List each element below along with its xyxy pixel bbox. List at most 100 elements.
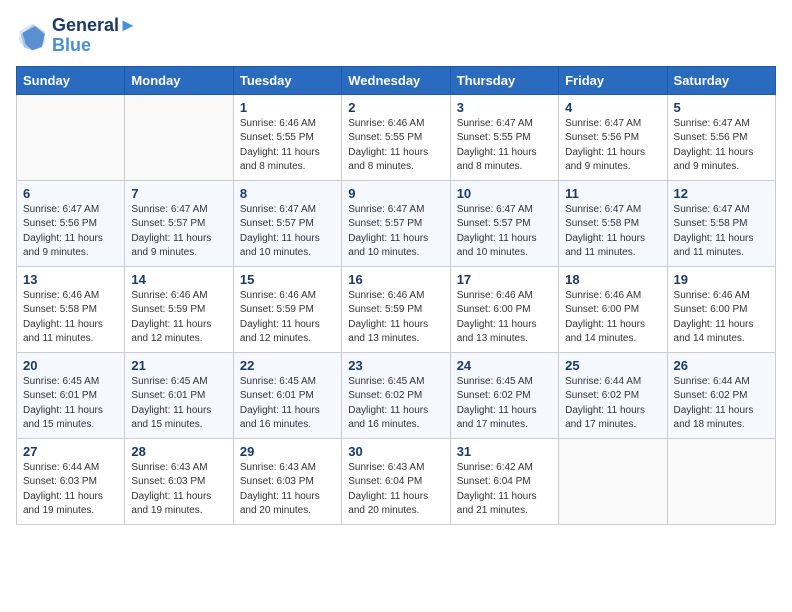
- day-number: 26: [674, 358, 769, 373]
- calendar-cell: 4 Sunrise: 6:47 AM Sunset: 5:56 PM Daylig…: [559, 94, 667, 180]
- day-number: 13: [23, 272, 118, 287]
- day-number: 5: [674, 100, 769, 115]
- weekday-header: Friday: [559, 66, 667, 94]
- calendar-week-row: 27 Sunrise: 6:44 AM Sunset: 6:03 PM Dayli…: [17, 438, 776, 524]
- day-number: 8: [240, 186, 335, 201]
- day-number: 16: [348, 272, 443, 287]
- calendar-cell: 27 Sunrise: 6:44 AM Sunset: 6:03 PM Dayli…: [17, 438, 125, 524]
- day-info: Sunrise: 6:46 AM Sunset: 5:55 PM Dayligh…: [240, 117, 335, 175]
- weekday-header: Thursday: [450, 66, 558, 94]
- day-info: Sunrise: 6:42 AM Sunset: 6:04 PM Dayligh…: [457, 461, 552, 519]
- calendar-cell: 5 Sunrise: 6:47 AM Sunset: 5:56 PM Daylig…: [667, 94, 775, 180]
- logo: General► Blue: [16, 16, 137, 56]
- calendar-cell: 21 Sunrise: 6:45 AM Sunset: 6:01 PM Dayli…: [125, 352, 233, 438]
- day-info: Sunrise: 6:46 AM Sunset: 6:00 PM Dayligh…: [674, 289, 769, 347]
- calendar-week-row: 6 Sunrise: 6:47 AM Sunset: 5:56 PM Daylig…: [17, 180, 776, 266]
- day-info: Sunrise: 6:47 AM Sunset: 5:57 PM Dayligh…: [348, 203, 443, 261]
- weekday-header: Wednesday: [342, 66, 450, 94]
- day-info: Sunrise: 6:47 AM Sunset: 5:56 PM Dayligh…: [565, 117, 660, 175]
- day-number: 12: [674, 186, 769, 201]
- day-info: Sunrise: 6:47 AM Sunset: 5:58 PM Dayligh…: [565, 203, 660, 261]
- day-info: Sunrise: 6:46 AM Sunset: 6:00 PM Dayligh…: [457, 289, 552, 347]
- day-info: Sunrise: 6:45 AM Sunset: 6:02 PM Dayligh…: [457, 375, 552, 433]
- calendar-cell: [667, 438, 775, 524]
- calendar-cell: 13 Sunrise: 6:46 AM Sunset: 5:58 PM Dayli…: [17, 266, 125, 352]
- day-number: 19: [674, 272, 769, 287]
- calendar-body: 1Sunrise: 6:46 AM Sunset: 5:55 PM Daylig…: [17, 94, 776, 524]
- calendar-cell: 22Sunrise: 6:45 AM Sunset: 6:01 PM Dayli…: [233, 352, 341, 438]
- calendar-cell: [17, 94, 125, 180]
- calendar-week-row: 20 Sunrise: 6:45 AM Sunset: 6:01 PM Dayli…: [17, 352, 776, 438]
- day-number: 29: [240, 444, 335, 459]
- calendar-cell: 31 Sunrise: 6:42 AM Sunset: 6:04 PM Dayli…: [450, 438, 558, 524]
- day-number: 17: [457, 272, 552, 287]
- day-info: Sunrise: 6:47 AM Sunset: 5:58 PM Dayligh…: [674, 203, 769, 261]
- calendar-cell: [559, 438, 667, 524]
- weekday-header: Sunday: [17, 66, 125, 94]
- weekday-header: Monday: [125, 66, 233, 94]
- day-info: Sunrise: 6:43 AM Sunset: 6:03 PM Dayligh…: [240, 461, 335, 519]
- day-number: 31: [457, 444, 552, 459]
- calendar-cell: 26 Sunrise: 6:44 AM Sunset: 6:02 PM Dayli…: [667, 352, 775, 438]
- calendar-table: SundayMondayTuesdayWednesdayThursdayFrid…: [16, 66, 776, 525]
- day-number: 24: [457, 358, 552, 373]
- calendar-header-row: SundayMondayTuesdayWednesdayThursdayFrid…: [17, 66, 776, 94]
- day-info: Sunrise: 6:46 AM Sunset: 5:55 PM Dayligh…: [348, 117, 443, 175]
- day-number: 14: [131, 272, 226, 287]
- day-info: Sunrise: 6:43 AM Sunset: 6:04 PM Dayligh…: [348, 461, 443, 519]
- day-number: 15: [240, 272, 335, 287]
- day-info: Sunrise: 6:46 AM Sunset: 5:59 PM Dayligh…: [131, 289, 226, 347]
- day-number: 23: [348, 358, 443, 373]
- day-info: Sunrise: 6:46 AM Sunset: 5:58 PM Dayligh…: [23, 289, 118, 347]
- day-info: Sunrise: 6:47 AM Sunset: 5:57 PM Dayligh…: [131, 203, 226, 261]
- calendar-cell: 10Sunrise: 6:47 AM Sunset: 5:57 PM Dayli…: [450, 180, 558, 266]
- day-info: Sunrise: 6:47 AM Sunset: 5:56 PM Dayligh…: [23, 203, 118, 261]
- day-number: 27: [23, 444, 118, 459]
- calendar-cell: 29 Sunrise: 6:43 AM Sunset: 6:03 PM Dayli…: [233, 438, 341, 524]
- day-number: 7: [131, 186, 226, 201]
- calendar-cell: 15Sunrise: 6:46 AM Sunset: 5:59 PM Dayli…: [233, 266, 341, 352]
- calendar-cell: [125, 94, 233, 180]
- calendar-cell: 2 Sunrise: 6:46 AM Sunset: 5:55 PM Daylig…: [342, 94, 450, 180]
- calendar-cell: 19 Sunrise: 6:46 AM Sunset: 6:00 PM Dayli…: [667, 266, 775, 352]
- day-info: Sunrise: 6:47 AM Sunset: 5:56 PM Dayligh…: [674, 117, 769, 175]
- calendar-cell: 17 Sunrise: 6:46 AM Sunset: 6:00 PM Dayli…: [450, 266, 558, 352]
- calendar-cell: 25Sunrise: 6:44 AM Sunset: 6:02 PM Dayli…: [559, 352, 667, 438]
- calendar-cell: 20 Sunrise: 6:45 AM Sunset: 6:01 PM Dayli…: [17, 352, 125, 438]
- logo-text: General► Blue: [52, 16, 137, 56]
- day-number: 11: [565, 186, 660, 201]
- calendar-cell: 18 Sunrise: 6:46 AM Sunset: 6:00 PM Dayli…: [559, 266, 667, 352]
- calendar-cell: 28 Sunrise: 6:43 AM Sunset: 6:03 PM Dayli…: [125, 438, 233, 524]
- logo-icon: [16, 20, 48, 52]
- day-number: 6: [23, 186, 118, 201]
- day-number: 28: [131, 444, 226, 459]
- day-number: 18: [565, 272, 660, 287]
- day-info: Sunrise: 6:45 AM Sunset: 6:01 PM Dayligh…: [23, 375, 118, 433]
- day-number: 4: [565, 100, 660, 115]
- calendar-cell: 11 Sunrise: 6:47 AM Sunset: 5:58 PM Dayli…: [559, 180, 667, 266]
- day-number: 9: [348, 186, 443, 201]
- calendar-cell: 16 Sunrise: 6:46 AM Sunset: 5:59 PM Dayli…: [342, 266, 450, 352]
- calendar-cell: 7 Sunrise: 6:47 AM Sunset: 5:57 PM Daylig…: [125, 180, 233, 266]
- day-number: 3: [457, 100, 552, 115]
- page-header: General► Blue: [16, 16, 776, 56]
- calendar-cell: 3 Sunrise: 6:47 AM Sunset: 5:55 PM Daylig…: [450, 94, 558, 180]
- day-number: 21: [131, 358, 226, 373]
- day-info: Sunrise: 6:46 AM Sunset: 5:59 PM Dayligh…: [348, 289, 443, 347]
- day-info: Sunrise: 6:44 AM Sunset: 6:02 PM Dayligh…: [674, 375, 769, 433]
- day-info: Sunrise: 6:46 AM Sunset: 6:00 PM Dayligh…: [565, 289, 660, 347]
- day-info: Sunrise: 6:45 AM Sunset: 6:01 PM Dayligh…: [131, 375, 226, 433]
- day-info: Sunrise: 6:44 AM Sunset: 6:03 PM Dayligh…: [23, 461, 118, 519]
- day-number: 2: [348, 100, 443, 115]
- day-info: Sunrise: 6:47 AM Sunset: 5:57 PM Dayligh…: [240, 203, 335, 261]
- day-number: 22: [240, 358, 335, 373]
- calendar-cell: 23Sunrise: 6:45 AM Sunset: 6:02 PM Dayli…: [342, 352, 450, 438]
- calendar-cell: 1Sunrise: 6:46 AM Sunset: 5:55 PM Daylig…: [233, 94, 341, 180]
- day-info: Sunrise: 6:43 AM Sunset: 6:03 PM Dayligh…: [131, 461, 226, 519]
- day-number: 25: [565, 358, 660, 373]
- calendar-week-row: 13 Sunrise: 6:46 AM Sunset: 5:58 PM Dayli…: [17, 266, 776, 352]
- day-number: 20: [23, 358, 118, 373]
- day-number: 30: [348, 444, 443, 459]
- day-info: Sunrise: 6:47 AM Sunset: 5:55 PM Dayligh…: [457, 117, 552, 175]
- day-number: 10: [457, 186, 552, 201]
